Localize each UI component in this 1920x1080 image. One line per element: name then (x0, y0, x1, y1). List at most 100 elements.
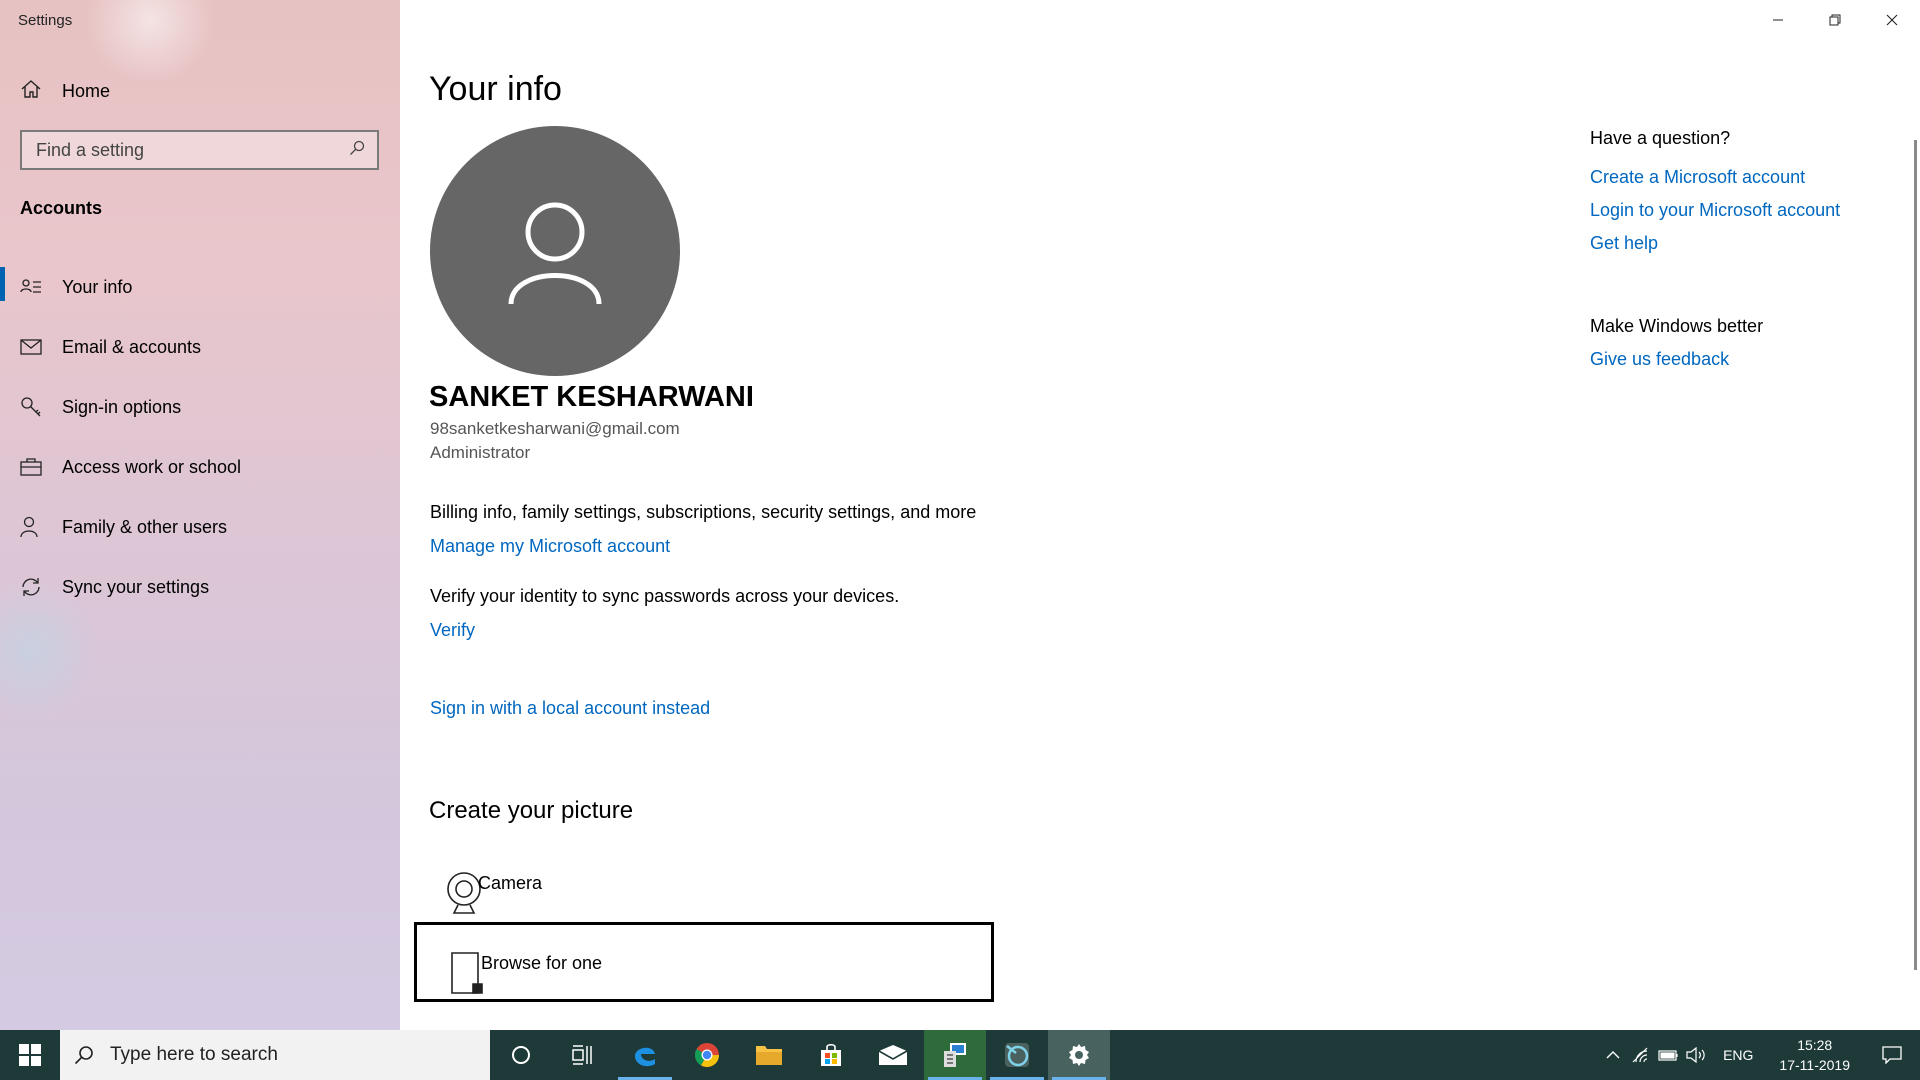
taskbar-store[interactable] (800, 1030, 862, 1080)
taskbar: Type here to search ENG 15:28 17-11-2019 (0, 1030, 1920, 1080)
action-center-button[interactable] (1864, 1030, 1920, 1080)
windows-logo-icon (19, 1044, 41, 1066)
notification-icon (1882, 1046, 1902, 1064)
create-picture-heading: Create your picture (429, 797, 634, 824)
chevron-up-icon (1606, 1051, 1620, 1059)
sidebar-item-label: Sync your settings (62, 576, 210, 597)
home-icon (20, 78, 42, 105)
scrollbar[interactable] (1914, 140, 1917, 970)
clock[interactable]: 15:28 17-11-2019 (1765, 1035, 1864, 1075)
sidebar-item-sync-settings[interactable]: Sync your settings (0, 557, 400, 617)
task-view-button[interactable] (552, 1030, 614, 1080)
sidebar-item-label: Email & accounts (62, 336, 202, 357)
store-icon (821, 1043, 841, 1066)
taskbar-chrome[interactable] (676, 1030, 738, 1080)
user-name: SANKET KESHARWANI (429, 381, 754, 413)
sidebar: Settings Home Accounts Your info (0, 0, 400, 1030)
accounts-nav: Your info Email & accounts Sign-in optio… (0, 257, 400, 617)
sync-icon (20, 576, 42, 598)
wifi-icon (1632, 1047, 1648, 1063)
taskbar-app-running[interactable] (924, 1030, 986, 1080)
key-icon (20, 396, 42, 418)
user-role: Administrator (430, 443, 531, 462)
restore-icon (1829, 14, 1840, 26)
cortana-button[interactable] (490, 1030, 552, 1080)
find-setting-input[interactable] (36, 139, 336, 161)
make-windows-better-heading: Make Windows better (1590, 316, 1764, 336)
chrome-icon (694, 1043, 719, 1068)
close-button[interactable] (1863, 0, 1920, 40)
person-list-icon (20, 276, 42, 298)
accounts-section-label: Accounts (20, 198, 103, 218)
login-account-link[interactable]: Login to your Microsoft account (1590, 200, 1840, 221)
sidebar-item-label: Sign-in options (62, 396, 182, 417)
window-controls (1749, 0, 1920, 40)
battery-icon (1658, 1050, 1678, 1061)
user-email: 98sanketkesharwani@gmail.com (430, 419, 680, 438)
app-title: Settings (18, 12, 73, 29)
mail-icon (20, 336, 42, 358)
billing-description: Billing info, family settings, subscript… (430, 502, 977, 522)
volume-button[interactable] (1683, 1030, 1711, 1080)
camera-label: Camera (478, 873, 543, 893)
gear-icon (1069, 1044, 1089, 1066)
local-account-link[interactable]: Sign in with a local account instead (430, 698, 710, 719)
sidebar-item-label: Family & other users (62, 516, 228, 537)
briefcase-icon (20, 456, 42, 478)
sidebar-item-label: Access work or school (62, 456, 242, 477)
taskbar-mail[interactable] (862, 1030, 924, 1080)
taskbar-settings[interactable] (1048, 1030, 1110, 1080)
taskbar-file-explorer[interactable] (738, 1030, 800, 1080)
taskbar-snip-app[interactable] (986, 1030, 1048, 1080)
sidebar-item-your-info[interactable]: Your info (0, 257, 400, 317)
help-panel: Have a question? Create a Microsoft acco… (1590, 128, 1840, 370)
sidebar-item-label: Your info (62, 276, 133, 297)
app-window-icon (944, 1043, 966, 1067)
snip-icon (1005, 1043, 1029, 1067)
show-hidden-icons-button[interactable] (1599, 1030, 1627, 1080)
browse-option[interactable]: Browse for one (414, 922, 994, 1002)
system-tray: ENG 15:28 17-11-2019 (1599, 1030, 1920, 1080)
search-icon[interactable] (349, 140, 365, 161)
edge-icon (635, 1047, 655, 1067)
task-view-icon (572, 1045, 592, 1065)
close-icon (1886, 14, 1897, 26)
volume-icon (1686, 1047, 1705, 1063)
sidebar-item-email-accounts[interactable]: Email & accounts (0, 317, 400, 377)
browse-label: Browse for one (481, 953, 603, 973)
create-account-link[interactable]: Create a Microsoft account (1590, 167, 1840, 188)
have-question-heading: Have a question? (1590, 128, 1731, 148)
taskbar-search[interactable]: Type here to search (60, 1030, 490, 1080)
folder-icon (756, 1046, 782, 1065)
home-nav-item[interactable]: Home (20, 78, 110, 105)
mail-app-icon (878, 1045, 908, 1065)
cortana-icon (512, 1046, 530, 1064)
restore-button[interactable] (1806, 0, 1863, 40)
battery-button[interactable] (1655, 1030, 1683, 1080)
verify-description: Verify your identity to sync passwords a… (430, 586, 900, 606)
minimize-button[interactable] (1749, 0, 1806, 40)
minimize-icon (1772, 19, 1783, 21)
clock-date: 17-11-2019 (1779, 1057, 1850, 1073)
network-button[interactable] (1627, 1030, 1655, 1080)
find-setting-search-box[interactable] (20, 130, 379, 170)
page-title: Your info (429, 70, 562, 108)
input-language[interactable]: ENG (1711, 1047, 1765, 1063)
sidebar-item-access-work-school[interactable]: Access work or school (0, 437, 400, 497)
clock-time: 15:28 (1797, 1037, 1833, 1053)
start-button[interactable] (0, 1030, 60, 1080)
home-label: Home (62, 81, 111, 101)
taskbar-edge[interactable] (614, 1030, 676, 1080)
camera-option[interactable]: Camera (414, 845, 994, 925)
search-icon (74, 1046, 93, 1065)
avatar (430, 126, 680, 376)
manage-account-link[interactable]: Manage my Microsoft account (430, 536, 670, 557)
taskbar-search-placeholder: Type here to search (110, 1044, 278, 1065)
get-help-link[interactable]: Get help (1590, 233, 1840, 254)
person-add-icon (20, 516, 42, 538)
verify-link[interactable]: Verify (430, 620, 475, 641)
feedback-link[interactable]: Give us feedback (1590, 349, 1840, 370)
sidebar-item-sign-in-options[interactable]: Sign-in options (0, 377, 400, 437)
sidebar-item-family-other-users[interactable]: Family & other users (0, 497, 400, 557)
default-user-icon (508, 202, 602, 305)
